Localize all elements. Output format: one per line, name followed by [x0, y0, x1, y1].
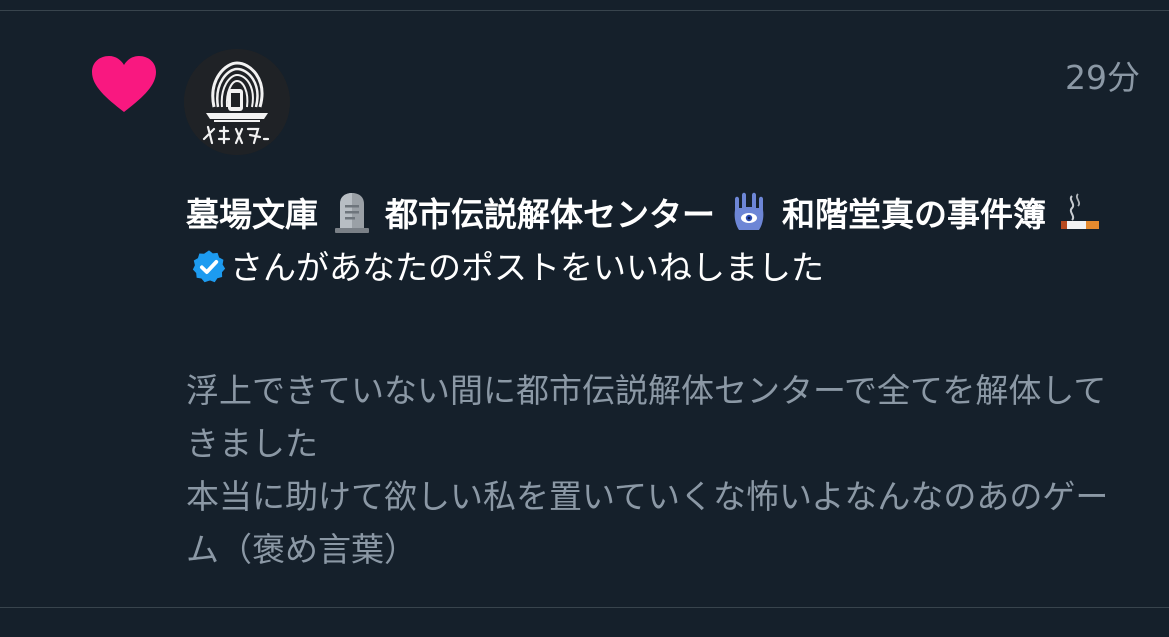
headstone-emoji-icon	[334, 193, 369, 233]
timestamp: 29分	[1065, 58, 1140, 97]
post-line-1: 浮上できていない間に都市伝説解体センターで全てを解体してきました	[186, 371, 1107, 463]
heart-icon	[92, 56, 156, 112]
bottom-divider	[0, 607, 1169, 608]
name-part-1: 墓場文庫	[186, 195, 318, 234]
cigarette-emoji-icon	[1060, 193, 1099, 229]
post-text[interactable]: 浮上できていない間に都市伝説解体センターで全てを解体してきました 本当に助けて欲…	[186, 364, 1126, 576]
name-part-3: 和階堂真の事件簿	[782, 195, 1046, 234]
notification-text: 墓場文庫 都市伝説解体センター 和階堂真の事件簿 さんがあなたのポストをいいねし…	[186, 188, 1126, 294]
name-part-2: 都市伝説解体センター	[385, 195, 715, 234]
top-divider	[0, 10, 1169, 11]
user-display-name[interactable]: 墓場文庫 都市伝説解体センター 和階堂真の事件簿	[186, 192, 1102, 234]
hamsa-emoji-icon	[734, 192, 763, 230]
verified-badge-icon	[192, 250, 226, 283]
action-text: さんがあなたのポストをいいねしました	[230, 248, 824, 287]
post-line-2: 本当に助けて欲しい私を置いていくな怖いよなんなのあのゲーム（褒め言葉）	[186, 477, 1109, 569]
avatar[interactable]	[184, 49, 290, 155]
avatar-logo-icon	[184, 49, 290, 155]
